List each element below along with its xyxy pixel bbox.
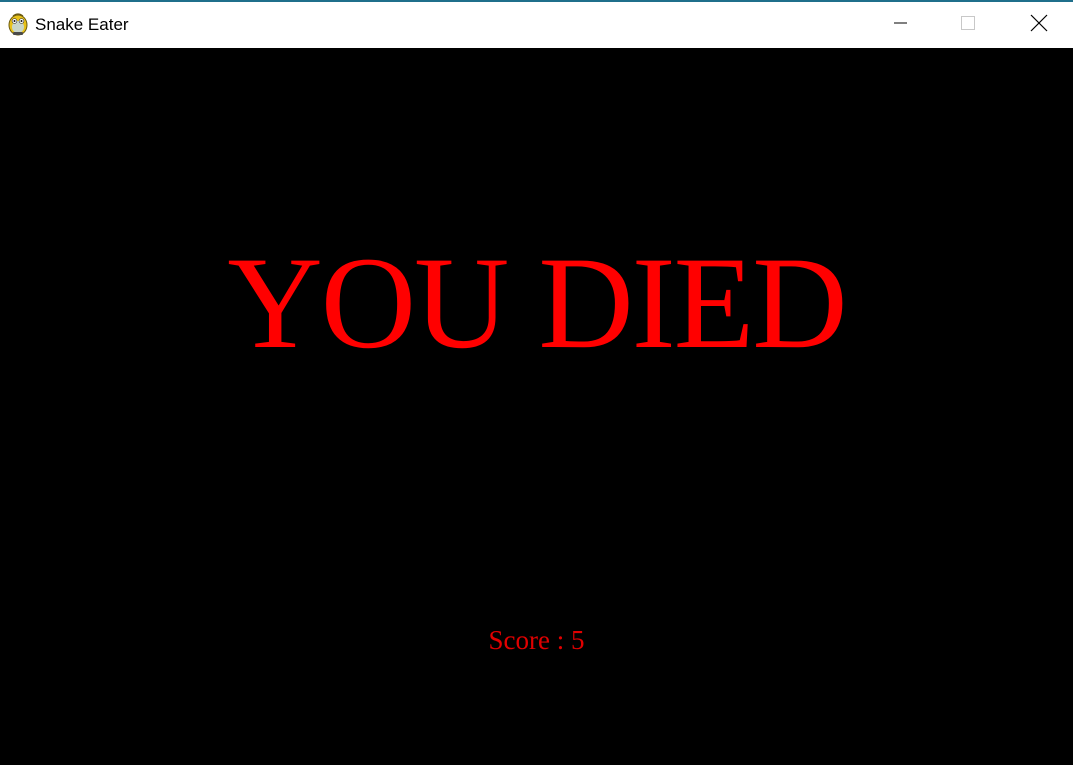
minimize-button[interactable] <box>866 2 934 48</box>
title-bar[interactable]: Snake Eater <box>0 0 1073 48</box>
window-title: Snake Eater <box>35 15 129 34</box>
game-over-message: YOU DIED <box>227 229 847 376</box>
maximize-icon <box>960 15 976 36</box>
game-canvas[interactable]: YOU DIED Score : 5 <box>0 48 1073 765</box>
maximize-button[interactable] <box>934 2 1002 48</box>
pygame-snake-icon <box>7 12 29 36</box>
close-icon <box>1030 14 1048 37</box>
minimize-icon <box>892 15 908 36</box>
game-window: Snake Eater YOU DIED Score: 5 <box>0 0 1073 765</box>
close-button[interactable] <box>1005 2 1073 48</box>
score-display: Score : 5 <box>488 625 585 655</box>
